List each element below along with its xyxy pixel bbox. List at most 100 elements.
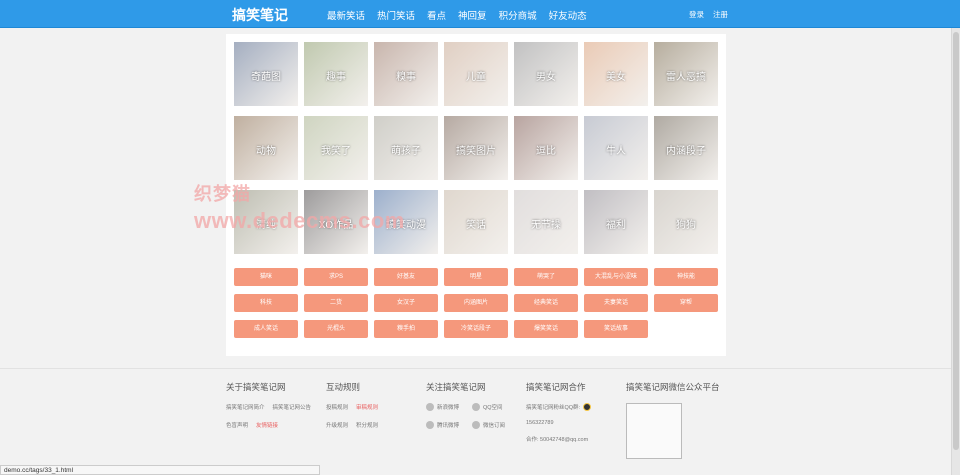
category-tile[interactable]: 搞笑图片 [444, 116, 508, 180]
tile-label: 福利 [606, 220, 626, 231]
footer: 关于搞笑笔记网 搞笑笔记网简介 搞笑笔记网公告 色盲声明 友情链接 互动规则 投… [0, 368, 951, 475]
tag-button[interactable]: 爆笑笑话 [514, 320, 578, 338]
about-intro-link[interactable]: 搞笑笔记网简介 [226, 403, 265, 411]
tag-button[interactable]: 糗手拍 [374, 320, 438, 338]
tile-label: 狗狗 [676, 220, 696, 231]
footer-follow: 关注搞笑笔记网 新浪微博 QQ空间 腾讯微博 微信订阅 [426, 381, 518, 429]
auth-links: 登录 注册 [689, 9, 728, 20]
category-tile[interactable]: 福利 [584, 190, 648, 254]
footer-rules: 互动规则 投稿规则 审稿规则 升级规则 积分规则 [326, 381, 396, 429]
qq-group-label: 搞笑笔记网粉丝QQ群: [526, 405, 581, 411]
tag-button[interactable]: 明星 [444, 268, 508, 286]
tag-button[interactable]: 穿帮 [654, 294, 718, 312]
tag-button[interactable]: 猫咪 [234, 268, 298, 286]
weibo-link[interactable]: 新浪微博 [426, 403, 472, 411]
top-nav-bar: 搞笑笔记 最新笑话 热门笑话 看点 神回复 积分商城 好友动态 登录 注册 [0, 0, 960, 28]
tile-label: 雷人恶搞 [666, 72, 706, 83]
tile-label: 萌孩子 [391, 146, 421, 157]
points-rules-link[interactable]: 积分规则 [356, 421, 378, 429]
nav-points-mall[interactable]: 积分商城 [499, 8, 537, 22]
wechat-qr-image [626, 403, 682, 459]
category-tile[interactable]: 趣事 [304, 42, 368, 106]
register-link[interactable]: 注册 [713, 9, 728, 20]
category-tile[interactable]: 糗事 [374, 42, 438, 106]
category-tile[interactable]: 我笑了 [304, 116, 368, 180]
category-tile[interactable]: 美女 [584, 42, 648, 106]
category-tile[interactable]: 萌孩子 [374, 116, 438, 180]
tag-button[interactable]: 成人笑话 [234, 320, 298, 338]
friend-links-link[interactable]: 友情链接 [256, 421, 278, 429]
tag-button[interactable]: 笑话故事 [584, 320, 648, 338]
tag-button[interactable]: 科技 [234, 294, 298, 312]
nav-latest-jokes[interactable]: 最新笑话 [327, 8, 365, 22]
category-tile[interactable]: 无节操 [514, 190, 578, 254]
disclaimer-link[interactable]: 色盲声明 [226, 421, 248, 429]
tile-label: 内涵段子 [666, 146, 706, 157]
submit-rules-link[interactable]: 投稿规则 [326, 403, 348, 411]
star-icon [472, 403, 480, 411]
tag-button[interactable]: 大混乱与小涩味 [584, 268, 648, 286]
tag-button[interactable]: 女汉子 [374, 294, 438, 312]
login-link[interactable]: 登录 [689, 9, 704, 20]
category-tile[interactable]: 狗狗 [654, 190, 718, 254]
upgrade-rules-link[interactable]: 升级规则 [326, 421, 348, 429]
tag-button[interactable]: 萌哭了 [514, 268, 578, 286]
site-logo[interactable]: 搞笑笔记 [232, 5, 288, 25]
watermark-cn: 织梦猫 [194, 184, 251, 204]
vertical-scrollbar[interactable] [951, 28, 960, 475]
tile-label: 我笑了 [321, 146, 351, 157]
qq-group-line: 搞笑笔记网粉丝QQ群: [526, 403, 592, 411]
main-nav: 最新笑话 热门笑话 看点 神回复 积分商城 好友动态 [327, 8, 587, 22]
category-tile[interactable]: 动物 [234, 116, 298, 180]
footer-rules-title: 互动规则 [326, 382, 361, 392]
nav-friend-activity[interactable]: 好友动态 [549, 8, 587, 22]
footer-wechat: 搞笑笔记网微信公众平台 [626, 381, 720, 459]
watermark: 织梦猫 www.dedecms.com [194, 180, 405, 234]
category-tile[interactable]: 男女 [514, 42, 578, 106]
qq-penguin-icon[interactable] [583, 403, 592, 411]
tile-label: 美女 [606, 72, 626, 83]
category-tile[interactable]: 逗比 [514, 116, 578, 180]
tag-buttons: 猫咪 求PS 好基友 明星 萌哭了 大混乱与小涩味 神技能科技 二货 女汉子 内涵图片 经典笑话 夫妻… [234, 268, 718, 338]
tencent-weibo-link[interactable]: 腾讯微博 [426, 421, 472, 429]
tag-button[interactable]: 冷笑话段子 [444, 320, 508, 338]
tag-button[interactable]: 二货 [304, 294, 368, 312]
tencent-weibo-icon [426, 421, 434, 429]
tag-button[interactable]: 好基友 [374, 268, 438, 286]
scrollbar-thumb[interactable] [953, 32, 959, 450]
coop-email: 合作: 50042748@qq.com [526, 437, 589, 443]
nav-highlights[interactable]: 看点 [427, 8, 446, 22]
category-tile[interactable]: 奇葩图 [234, 42, 298, 106]
category-tile[interactable]: 笑话 [444, 190, 508, 254]
category-tile[interactable]: 雷人恶搞 [654, 42, 718, 106]
qzone-label: QQ空间 [483, 405, 503, 411]
tag-button[interactable]: 求PS [304, 268, 368, 286]
wechat-label: 微信订阅 [483, 423, 506, 429]
watermark-url: www.dedecms.com [194, 208, 405, 233]
footer-coop-title: 搞笑笔记网合作 [526, 382, 586, 392]
tag-button[interactable]: 夫妻笑话 [584, 294, 648, 312]
tag-button[interactable]: 内涵图片 [444, 294, 508, 312]
footer-about-title: 关于搞笑笔记网 [226, 382, 286, 392]
tile-label: 牛人 [606, 146, 626, 157]
tile-label: 笑话 [466, 220, 486, 231]
about-notice-link[interactable]: 搞笑笔记网公告 [273, 403, 312, 411]
nav-hot-jokes[interactable]: 热门笑话 [377, 8, 415, 22]
wechat-icon [472, 421, 480, 429]
qq-group-number: 156322789 [526, 420, 554, 426]
tile-label: 趣事 [326, 72, 346, 83]
footer-coop: 搞笑笔记网合作 搞笑笔记网粉丝QQ群: 156322789 合作: 500427… [526, 381, 592, 452]
review-rules-link[interactable]: 审稿规则 [356, 403, 378, 411]
nav-god-replies[interactable]: 神回复 [458, 8, 487, 22]
tile-label: 无节操 [531, 220, 561, 231]
tag-button[interactable]: 经典笑话 [514, 294, 578, 312]
tag-button[interactable]: 光棍头 [304, 320, 368, 338]
qzone-link[interactable]: QQ空间 [472, 403, 518, 411]
tag-button[interactable]: 神技能 [654, 268, 718, 286]
category-tile[interactable]: 儿童 [444, 42, 508, 106]
wechat-link[interactable]: 微信订阅 [472, 421, 518, 429]
category-tile[interactable]: 内涵段子 [654, 116, 718, 180]
tile-label: 逗比 [536, 146, 556, 157]
category-tile[interactable]: 牛人 [584, 116, 648, 180]
tile-label: 儿童 [466, 72, 486, 83]
